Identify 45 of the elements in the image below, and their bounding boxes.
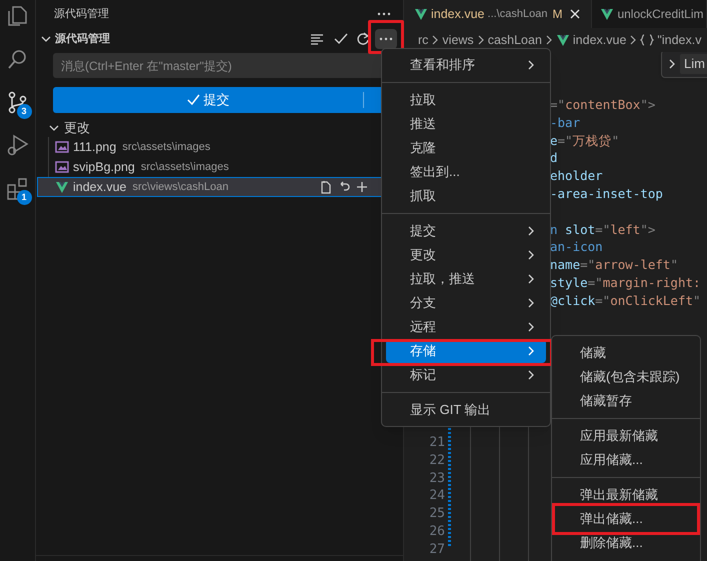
code-line: style="margin-right: — [550, 274, 701, 292]
find-input[interactable]: Lim — [680, 54, 707, 74]
code-line: name="arrow-left" — [550, 256, 678, 274]
count-badge: 1 — [16, 190, 32, 205]
menu-item[interactable]: 储藏 — [556, 341, 696, 365]
menu-item[interactable]: 应用储藏... — [556, 448, 696, 472]
line-number: 24 — [429, 487, 446, 506]
line-number: 26 — [429, 522, 446, 541]
code-line: -area-inset-top — [550, 184, 663, 203]
line-number: 27 — [429, 540, 446, 559]
menu-item[interactable]: 推送 — [386, 112, 546, 136]
group-title: 更改 — [64, 119, 90, 138]
code-line: -bar — [550, 114, 580, 132]
line-number: 23 — [429, 470, 446, 488]
count-badge: 3 — [16, 104, 32, 119]
breadcrumb-item[interactable]: rc — [418, 30, 428, 50]
panel-title: 源代码管理 — [54, 6, 109, 22]
line-number: 22 — [429, 452, 446, 470]
line-number: 25 — [429, 505, 446, 523]
line-number: 21 — [429, 434, 446, 452]
code-line: d — [550, 149, 558, 168]
menu-item[interactable]: 弹出最新储藏 — [556, 483, 696, 507]
menu-item[interactable]: 标记 — [386, 363, 546, 387]
menu-item[interactable]: 提交 — [386, 219, 546, 243]
menu-item[interactable]: 储藏暂存 — [556, 389, 696, 413]
code-line: eholder — [550, 167, 603, 185]
menu-item[interactable]: 拉取，推送 — [386, 267, 546, 291]
menu-item[interactable]: 远程 — [386, 315, 546, 339]
code-line: @click="onClickLeft" — [550, 292, 701, 310]
breadcrumb-item[interactable]: cashLoan — [488, 30, 542, 50]
breadcrumb-item[interactable]: "index.v — [640, 30, 702, 50]
code-line: n slot="left"> — [550, 220, 656, 238]
menu-item[interactable]: 分支 — [386, 291, 546, 315]
breadcrumb-item[interactable]: views — [442, 30, 474, 50]
menu-item[interactable]: 储藏(包含未跟踪) — [556, 365, 696, 389]
menu-item[interactable]: 删除储藏... — [556, 531, 696, 555]
menu-item[interactable]: 弹出储藏... — [556, 507, 696, 531]
menu-item[interactable]: 应用最新储藏 — [556, 424, 696, 448]
section-title: 源代码管理 — [55, 32, 111, 47]
menu-item[interactable]: 显示 GIT 输出 — [386, 398, 546, 422]
code-line: an-icon — [550, 238, 603, 256]
editor-tab[interactable]: index.vue ...\cashLoan M — [404, 0, 592, 28]
menu-item[interactable]: 更改 — [386, 243, 546, 267]
code-line: e="万栈贷" — [550, 132, 620, 150]
breadcrumb-item[interactable]: index.vue — [556, 30, 626, 50]
